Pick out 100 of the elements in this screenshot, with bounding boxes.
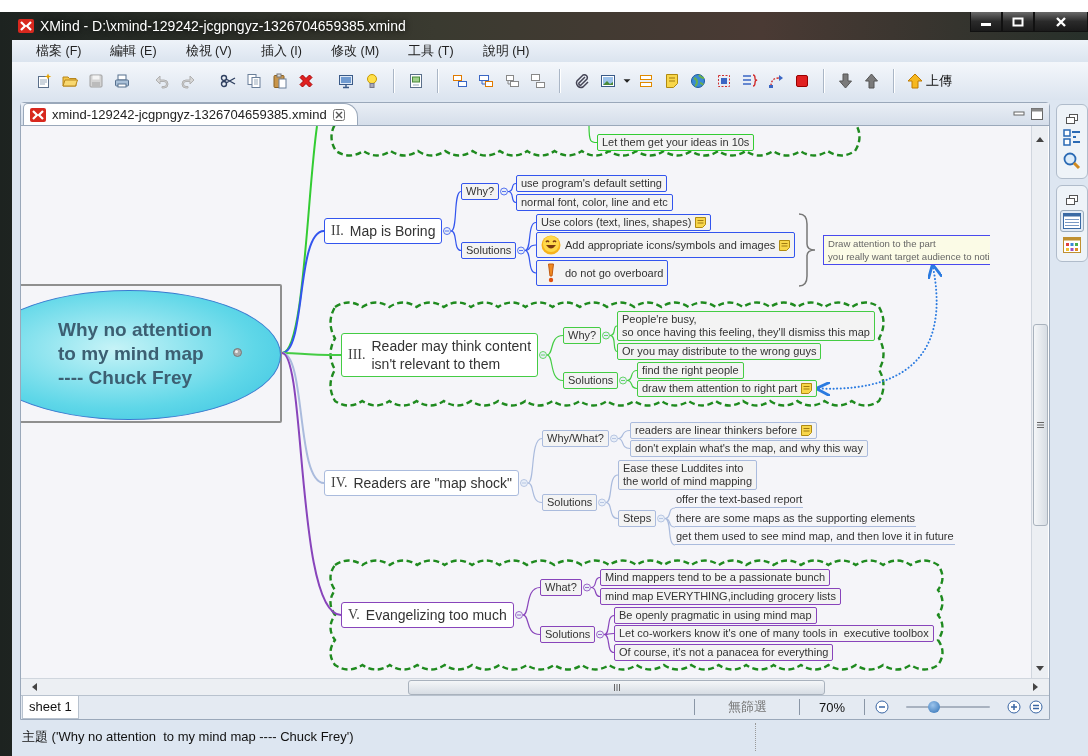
boundary-icon[interactable] [716,73,732,89]
note-icon[interactable] [664,73,680,89]
subtopic[interactable]: use program's default setting [516,175,667,193]
subtopic[interactable]: get them used to see mind map, and then love it in future [675,528,955,546]
relationship-icon[interactable] [768,73,784,89]
menu-item[interactable]: 檔案 (F) [26,42,92,60]
export-icon[interactable] [408,73,424,89]
up-arrow-icon[interactable] [864,73,880,89]
subtopic[interactable]: Be openly pragmatic in using mind map [614,607,817,625]
subtopic[interactable]: Let them get your ideas in 10s [597,134,755,152]
subtopic[interactable]: offer the text-based report [675,491,804,509]
slider-thumb[interactable] [927,701,940,714]
left-arrow-icon[interactable] [31,683,37,691]
subtopic[interactable]: readers are linear thinkers before [630,422,818,440]
lightbulb-icon[interactable] [364,73,380,89]
restore-icon[interactable] [1066,194,1078,205]
globe-icon[interactable] [690,73,706,89]
maximize-button[interactable] [1002,12,1034,32]
scrollbar-thumb[interactable] [1032,324,1048,527]
menu-item[interactable]: 檢視 (V) [175,42,242,60]
menu-item[interactable]: 說明 (H) [472,42,540,60]
collapse-icon[interactable] [233,348,242,358]
subtopic[interactable]: find the right people [637,362,744,380]
editor-tab[interactable]: xmind-129242-jcgpngyz-1326704659385.xmind [23,103,358,126]
maximize-icon[interactable] [1031,108,1043,121]
up-arrow-icon[interactable] [1036,136,1044,143]
collapse-icon[interactable] [583,583,591,592]
subtopic[interactable]: Why/What? [542,430,609,448]
zoom-in-icon[interactable] [1007,700,1021,715]
copy-icon[interactable] [246,73,262,89]
outline-icon[interactable] [1063,129,1081,147]
subtopic[interactable]: Of course, it's not a panacea for everything [614,644,834,662]
sheet-tab[interactable]: sheet 1 [22,695,79,719]
main-topic[interactable]: V. Evangelizing too much [341,602,514,629]
subtopic-icon[interactable] [478,73,494,89]
subtopic[interactable]: Solutions [540,626,596,644]
callout-icon[interactable] [530,73,546,89]
horizontal-scrollbar[interactable] [21,678,1049,695]
new-file-icon[interactable] [36,73,52,89]
paste-icon[interactable] [272,73,288,89]
upload-button[interactable]: 上傳 [903,68,956,94]
subtopic[interactable]: Use colors (text, lines, shapes) [536,214,712,232]
subtopic[interactable]: Or you may distribute to the wrong guys [617,343,822,361]
collapse-icon[interactable] [517,246,525,255]
subtopic[interactable]: Solutions [461,242,517,260]
subtopic[interactable]: there are some maps as the supporting elements [675,510,917,528]
subtopic[interactable]: Why? [563,327,602,345]
delete-icon[interactable] [298,73,314,89]
minimize-button[interactable] [970,12,1002,32]
main-topic[interactable]: IV. Readers are "map shock" [324,470,520,497]
menu-item[interactable]: 修改 (M) [321,42,390,60]
subtopic[interactable]: Why? [461,183,500,201]
summary-topic[interactable]: Draw attention to the part you really want target audience to noti [823,235,990,266]
menu-item[interactable]: 工具 (T) [398,42,464,60]
note-icon[interactable] [779,239,791,251]
collapse-icon[interactable] [500,187,508,196]
subtopic[interactable]: Add appropriate icons/symbols and images [536,232,796,259]
central-topic[interactable]: Why no attention to my mind map ---- Chuck Frey [21,290,281,421]
zoom-slider[interactable] [906,700,990,715]
scissors-icon[interactable] [220,73,236,89]
floating-topic-icon[interactable] [504,73,520,89]
subtopic[interactable]: Solutions [542,494,598,512]
subtopic[interactable]: mind map EVERYTHING,including grocery lists [600,588,841,606]
subtopic[interactable]: don't explain what's the map, and why this way [630,440,868,458]
stop-icon[interactable] [794,73,810,89]
label-icon[interactable] [638,73,654,89]
collapse-icon[interactable] [596,630,604,639]
subtopic[interactable]: People're busy, so once having this feeling, they'll dismiss this map [617,311,875,342]
vertical-scrollbar[interactable] [1031,126,1048,679]
folder-icon[interactable] [62,73,78,89]
paperclip-icon[interactable] [574,73,590,89]
right-arrow-icon[interactable] [1033,683,1039,691]
note-icon[interactable] [801,425,813,437]
subtopic[interactable]: draw them attention to right part [637,380,818,398]
menu-item[interactable]: 編輯 (E) [100,42,167,60]
summary-icon[interactable] [742,73,758,89]
close-button[interactable] [1034,12,1088,32]
down-arrow-icon[interactable] [838,73,854,89]
down-arrow-icon[interactable] [1036,666,1044,673]
collapse-icon[interactable] [515,611,523,620]
subtopic[interactable]: Let co-workers know it's one of many tools in executive toolbox [614,625,934,643]
collapse-icon[interactable] [443,227,451,236]
subtopic[interactable]: do not go overboard [536,260,669,287]
subtopic[interactable]: normal font, color, line and etc [516,194,673,212]
restore-icon[interactable] [1066,113,1078,124]
subtopic[interactable]: Solutions [563,372,619,390]
main-topic[interactable]: II. Map is Boring [324,218,443,245]
properties-icon[interactable] [1063,213,1081,229]
printer-icon[interactable] [114,73,130,89]
note-icon[interactable] [801,383,813,395]
image-icon[interactable] [600,73,616,89]
subtopic[interactable]: Ease these Luddites into the world of mind mapping [618,460,757,491]
close-icon[interactable] [332,108,345,121]
fit-icon[interactable] [1029,700,1043,715]
monitor-icon[interactable] [338,73,354,89]
zoom-icon[interactable] [1063,152,1081,170]
subtopic[interactable]: Mind mappers tend to be a passionate bunch [600,569,831,587]
palette-icon[interactable] [1063,237,1081,253]
zoom-out-icon[interactable] [875,700,889,715]
topic-icon[interactable] [452,73,468,89]
